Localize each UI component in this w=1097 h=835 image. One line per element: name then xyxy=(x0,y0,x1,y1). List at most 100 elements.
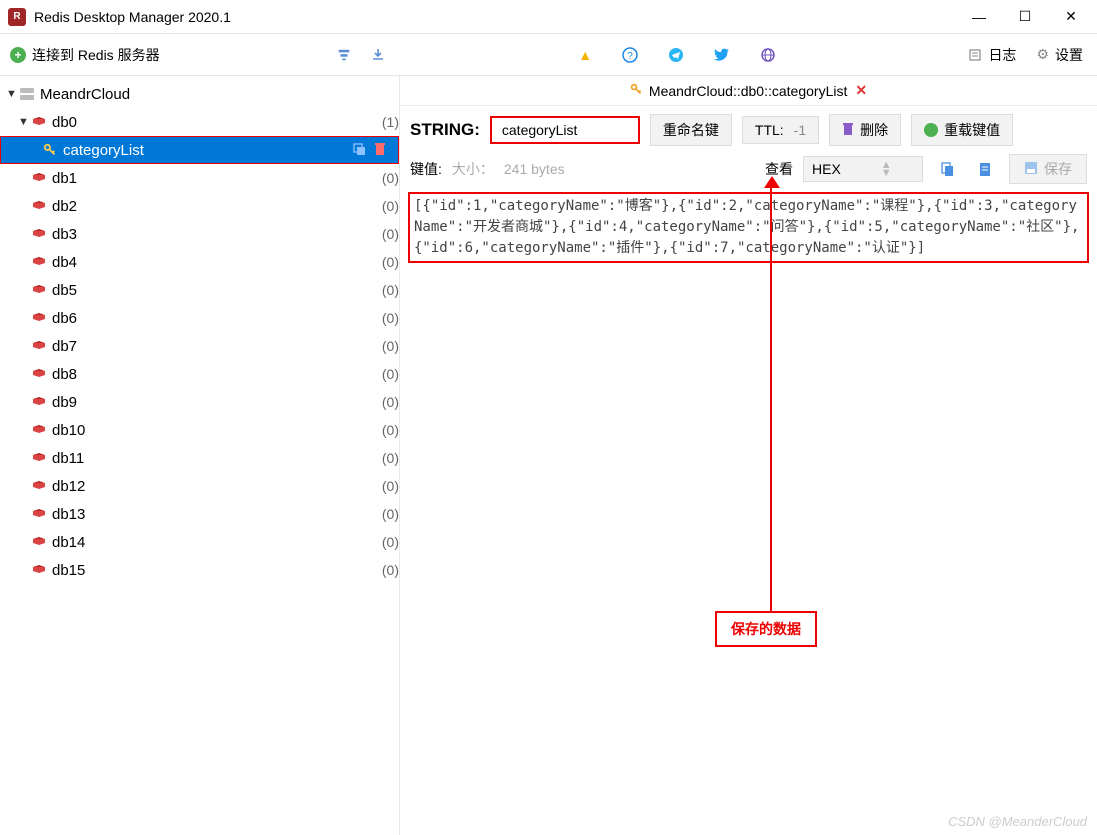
tree-db[interactable]: db9(0) xyxy=(0,388,399,416)
help-icon[interactable]: ? xyxy=(622,47,638,63)
database-icon xyxy=(30,452,48,464)
tree-db[interactable]: db5(0) xyxy=(0,276,399,304)
value-textarea[interactable]: [{"id":1,"categoryName":"博客"},{"id":2,"c… xyxy=(408,192,1089,263)
connection-label: MeandrCloud xyxy=(40,86,399,103)
settings-button[interactable]: ⚙ 设置 xyxy=(1036,45,1083,65)
tree-db[interactable]: db11 (0) xyxy=(0,444,399,472)
value-label: 键值: xyxy=(410,159,442,179)
database-icon xyxy=(30,480,48,492)
tree-db0[interactable]: ▼ db0 (1) xyxy=(0,108,399,136)
chevron-updown-icon: ▲▼ xyxy=(881,161,892,177)
tree-db[interactable]: db12(0) xyxy=(0,472,399,500)
tree-db[interactable]: db13(0) xyxy=(0,500,399,528)
toolbar-right: 日志 ⚙ 设置 xyxy=(954,45,1097,65)
db-label: db4 xyxy=(52,254,376,271)
tree-db[interactable]: db3 (0) xyxy=(0,220,399,248)
filter-icon[interactable] xyxy=(332,43,356,67)
doc-icon[interactable] xyxy=(971,157,999,181)
db-label: db8 xyxy=(52,366,376,383)
warning-icon[interactable]: ▲ xyxy=(578,47,592,63)
ttl-button[interactable]: TTL: -1 xyxy=(742,116,819,144)
tree-db[interactable]: db7(0) xyxy=(0,332,399,360)
connect-button[interactable]: + 连接到 Redis 服务器 xyxy=(10,45,160,65)
tree-db[interactable]: db4 (0) xyxy=(0,248,399,276)
close-button[interactable]: ✕ xyxy=(1057,7,1085,27)
db-count: (0) xyxy=(382,198,399,214)
window-controls: — ☐ ✕ xyxy=(965,7,1085,27)
db-label: db6 xyxy=(52,310,376,327)
db-count: (0) xyxy=(382,478,399,494)
maximize-button[interactable]: ☐ xyxy=(1011,7,1039,27)
key-icon xyxy=(630,83,643,99)
db-label: db10 xyxy=(52,422,376,439)
db-count: (0) xyxy=(382,310,399,326)
log-icon xyxy=(968,48,982,62)
rename-button[interactable]: 重命名键 xyxy=(650,114,732,146)
db-label: db0 xyxy=(52,114,376,131)
value-bar: 键值: 大小： 241 bytes 查看 HEX ▲▼ 保存 xyxy=(400,154,1097,192)
tree-db[interactable]: db2(0) xyxy=(0,192,399,220)
tab-title: MeandrCloud::db0::categoryList xyxy=(649,83,847,99)
titlebar: R Redis Desktop Manager 2020.1 — ☐ ✕ xyxy=(0,0,1097,34)
tree-db[interactable]: db15(0) xyxy=(0,556,399,584)
server-icon xyxy=(18,87,36,101)
tree-db[interactable]: db1(0) xyxy=(0,164,399,192)
svg-text:?: ? xyxy=(627,51,633,62)
tree-db[interactable]: db14(0) xyxy=(0,528,399,556)
db-label: db9 xyxy=(52,394,376,411)
twitter-icon[interactable] xyxy=(714,47,730,63)
database-icon xyxy=(30,396,48,408)
db-label: db3 xyxy=(52,226,376,243)
tree-key-categorylist[interactable]: categoryList xyxy=(0,136,399,164)
telegram-icon[interactable] xyxy=(668,47,684,63)
tree-connection[interactable]: ▼ MeandrCloud xyxy=(0,80,399,108)
annotation-arrow xyxy=(764,176,780,188)
save-button[interactable]: 保存 xyxy=(1009,154,1087,184)
log-button[interactable]: 日志 xyxy=(968,45,1016,65)
view-mode-value: HEX xyxy=(812,161,841,177)
app-title: Redis Desktop Manager 2020.1 xyxy=(34,9,965,25)
tree-db[interactable]: db10(0) xyxy=(0,416,399,444)
settings-label: 设置 xyxy=(1055,45,1083,65)
db-count: (0) xyxy=(382,254,399,270)
key-info-bar: STRING: categoryList 重命名键 TTL: -1 删除 重载键… xyxy=(400,106,1097,154)
database-icon xyxy=(30,508,48,520)
app-icon: R xyxy=(8,8,26,26)
delete-button[interactable]: 删除 xyxy=(829,114,901,146)
copy-value-icon[interactable] xyxy=(933,157,961,181)
database-icon xyxy=(30,172,48,184)
copy-icon[interactable] xyxy=(352,142,366,159)
annotation-label: 保存的数据 xyxy=(715,611,817,647)
save-icon xyxy=(1024,161,1038,178)
row-actions xyxy=(352,142,398,159)
sidebar-tree[interactable]: ▼ MeandrCloud ▼ db0 (1) categoryList xyxy=(0,76,400,835)
import-icon[interactable] xyxy=(366,43,390,67)
db-count: (0) xyxy=(382,506,399,522)
minimize-button[interactable]: — xyxy=(965,7,993,27)
log-label: 日志 xyxy=(988,45,1016,65)
trash-icon xyxy=(842,122,854,139)
watermark: CSDN @MeanderCloud xyxy=(948,814,1087,829)
globe-icon[interactable] xyxy=(760,47,776,63)
delete-icon[interactable] xyxy=(374,142,386,159)
db-label: db11 xyxy=(52,450,376,467)
db-count: (0) xyxy=(382,282,399,298)
key-name-input[interactable]: categoryList xyxy=(490,116,640,144)
reload-button[interactable]: 重载键值 xyxy=(911,114,1013,146)
view-mode-select[interactable]: HEX ▲▼ xyxy=(803,156,923,182)
db-count: (0) xyxy=(382,450,399,466)
database-icon xyxy=(30,340,48,352)
plus-icon: + xyxy=(10,47,26,63)
toolbar-center: ▲ ? xyxy=(400,47,954,63)
db-label: db1 xyxy=(52,170,376,187)
tab-close-icon[interactable]: ✕ xyxy=(855,82,867,99)
tree-db[interactable]: db8(0) xyxy=(0,360,399,388)
reload-icon xyxy=(924,123,938,137)
db-count: (0) xyxy=(382,226,399,242)
content-panel: MeandrCloud::db0::categoryList ✕ STRING:… xyxy=(400,76,1097,835)
toolbar: + 连接到 Redis 服务器 ▲ ? 日志 ⚙ 设置 xyxy=(0,34,1097,76)
db-label: db14 xyxy=(52,534,376,551)
main: ▼ MeandrCloud ▼ db0 (1) categoryList xyxy=(0,76,1097,835)
database-icon xyxy=(30,228,48,240)
tree-db[interactable]: db6 (0) xyxy=(0,304,399,332)
